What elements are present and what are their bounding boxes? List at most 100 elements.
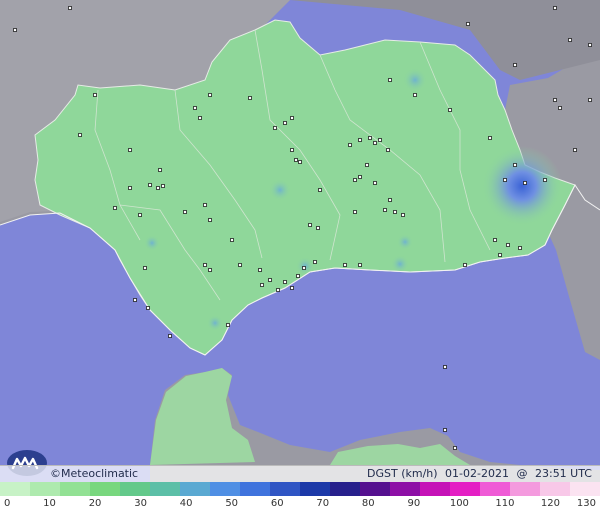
station-marker[interactable] (296, 274, 300, 278)
gust-spot-almeria (482, 146, 562, 226)
station-marker[interactable] (198, 116, 202, 120)
station-marker[interactable] (368, 136, 372, 140)
station-marker[interactable] (203, 203, 207, 207)
station-marker[interactable] (133, 298, 137, 302)
station-marker[interactable] (13, 28, 17, 32)
station-marker[interactable] (318, 188, 322, 192)
station-marker[interactable] (358, 138, 362, 142)
station-marker[interactable] (386, 148, 390, 152)
station-marker[interactable] (358, 263, 362, 267)
station-marker[interactable] (393, 210, 397, 214)
station-marker[interactable] (290, 286, 294, 290)
station-marker[interactable] (401, 213, 405, 217)
station-marker[interactable] (353, 210, 357, 214)
station-marker[interactable] (268, 278, 272, 282)
station-marker[interactable] (238, 263, 242, 267)
station-marker[interactable] (506, 243, 510, 247)
station-marker[interactable] (568, 38, 572, 42)
station-marker[interactable] (466, 22, 470, 26)
station-marker[interactable] (156, 186, 160, 190)
station-marker[interactable] (365, 163, 369, 167)
station-marker[interactable] (203, 263, 207, 267)
station-marker[interactable] (463, 263, 467, 267)
station-marker[interactable] (230, 238, 234, 242)
station-marker[interactable] (573, 148, 577, 152)
station-marker[interactable] (453, 446, 457, 450)
station-marker[interactable] (448, 108, 452, 112)
station-marker[interactable] (273, 126, 277, 130)
station-marker[interactable] (148, 183, 152, 187)
station-marker[interactable] (226, 323, 230, 327)
station-marker[interactable] (378, 138, 382, 142)
station-marker[interactable] (388, 198, 392, 202)
station-marker[interactable] (258, 268, 262, 272)
station-marker[interactable] (308, 223, 312, 227)
station-marker[interactable] (68, 6, 72, 10)
station-marker[interactable] (128, 186, 132, 190)
station-marker[interactable] (208, 268, 212, 272)
station-marker[interactable] (93, 93, 97, 97)
station-marker[interactable] (553, 6, 557, 10)
wind-gust-map[interactable] (0, 0, 600, 517)
station-marker[interactable] (313, 260, 317, 264)
station-marker[interactable] (183, 210, 187, 214)
station-marker[interactable] (143, 266, 147, 270)
station-marker[interactable] (290, 148, 294, 152)
station-marker[interactable] (443, 428, 447, 432)
station-marker[interactable] (302, 266, 306, 270)
station-marker[interactable] (493, 238, 497, 242)
station-marker[interactable] (373, 141, 377, 145)
legend-swatch (150, 482, 180, 496)
station-marker[interactable] (78, 133, 82, 137)
station-marker[interactable] (518, 246, 522, 250)
time-label: 23:51 UTC (534, 467, 592, 480)
station-marker[interactable] (161, 184, 165, 188)
station-marker[interactable] (168, 334, 172, 338)
station-marker[interactable] (353, 178, 357, 182)
station-marker[interactable] (290, 116, 294, 120)
station-marker[interactable] (113, 206, 117, 210)
station-marker[interactable] (283, 121, 287, 125)
station-marker[interactable] (498, 253, 502, 257)
station-marker[interactable] (208, 93, 212, 97)
station-marker[interactable] (193, 106, 197, 110)
station-marker[interactable] (513, 163, 517, 167)
station-marker[interactable] (146, 306, 150, 310)
station-marker[interactable] (128, 148, 132, 152)
station-marker[interactable] (208, 218, 212, 222)
station-marker[interactable] (488, 136, 492, 140)
station-marker[interactable] (383, 208, 387, 212)
legend-swatch (540, 482, 570, 496)
station-marker[interactable] (276, 288, 280, 292)
station-marker[interactable] (558, 106, 562, 110)
station-marker[interactable] (413, 93, 417, 97)
legend-swatch (210, 482, 240, 496)
station-marker[interactable] (294, 158, 298, 162)
legend-tick-label: 40 (179, 498, 193, 509)
legend-tick-label: 110 (495, 498, 515, 509)
station-marker[interactable] (553, 98, 557, 102)
station-marker[interactable] (348, 143, 352, 147)
legend-swatch (330, 482, 360, 496)
station-marker[interactable] (443, 365, 447, 369)
station-marker[interactable] (343, 263, 347, 267)
station-marker[interactable] (158, 168, 162, 172)
legend-tick-label: 100 (449, 498, 469, 509)
station-marker[interactable] (523, 181, 527, 185)
station-marker[interactable] (588, 98, 592, 102)
station-marker[interactable] (283, 280, 287, 284)
legend-swatch (120, 482, 150, 496)
station-marker[interactable] (248, 96, 252, 100)
station-marker[interactable] (298, 160, 302, 164)
station-marker[interactable] (513, 63, 517, 67)
legend-tick-label: 120 (540, 498, 560, 509)
station-marker[interactable] (503, 178, 507, 182)
station-marker[interactable] (588, 43, 592, 47)
station-marker[interactable] (388, 78, 392, 82)
station-marker[interactable] (316, 226, 320, 230)
station-marker[interactable] (358, 175, 362, 179)
station-marker[interactable] (260, 283, 264, 287)
station-marker[interactable] (543, 178, 547, 182)
station-marker[interactable] (138, 213, 142, 217)
station-marker[interactable] (373, 181, 377, 185)
